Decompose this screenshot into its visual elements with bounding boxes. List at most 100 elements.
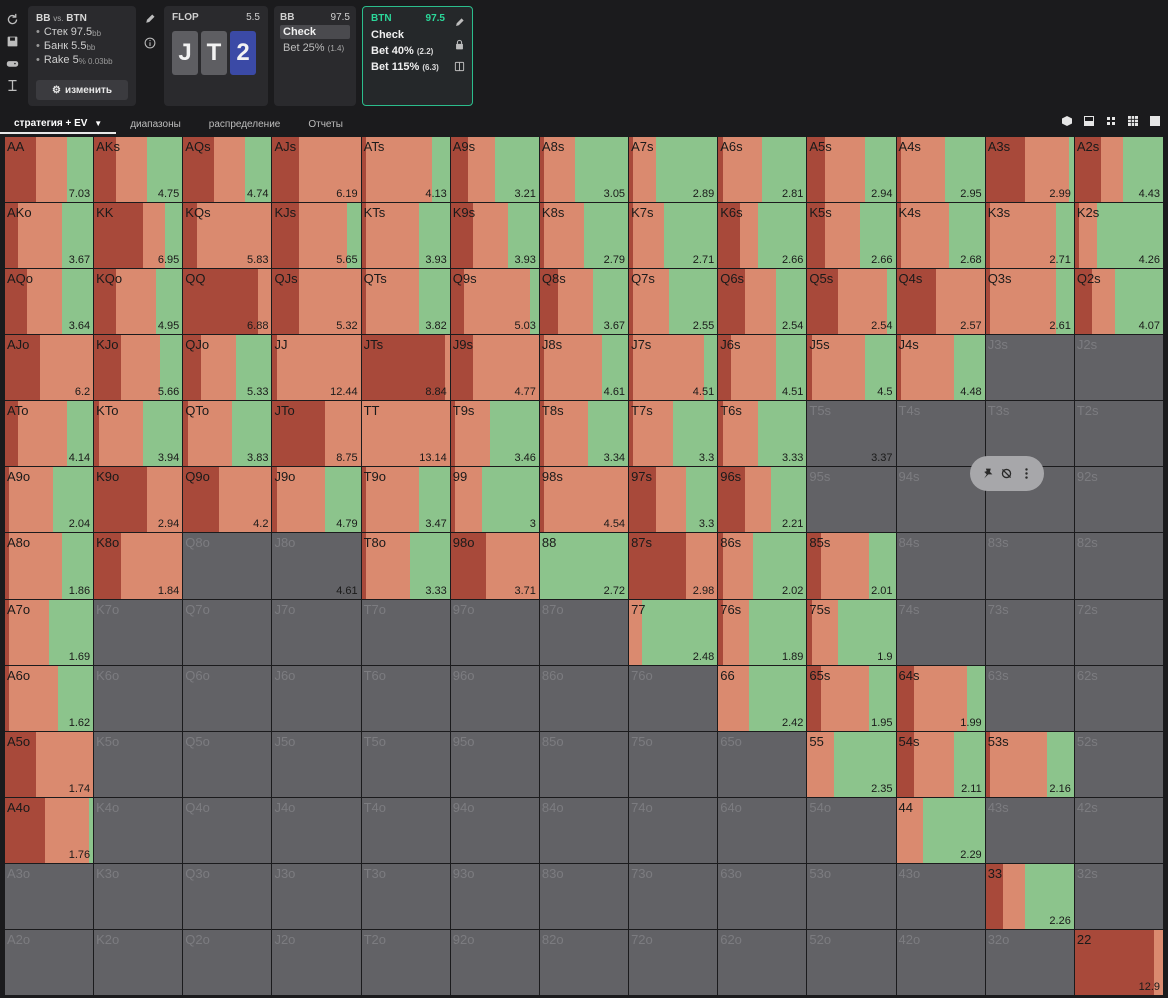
hand-cell[interactable]: QQ 6.88: [183, 269, 272, 335]
hand-cell[interactable]: 52s: [1074, 731, 1163, 797]
bb-action-check[interactable]: Check: [280, 25, 350, 39]
hand-cell[interactable]: J5o: [272, 731, 361, 797]
hand-cell[interactable]: 43o: [896, 863, 985, 929]
hand-cell[interactable]: 42s: [1074, 797, 1163, 863]
hand-cell[interactable]: K8o 1.84: [94, 533, 183, 599]
flop-card[interactable]: FLOP 5.5 J T 2: [164, 6, 268, 106]
hand-cell[interactable]: 53o: [807, 863, 896, 929]
hand-cell[interactable]: J3s: [985, 335, 1074, 401]
hand-cell[interactable]: K4s 2.68: [896, 203, 985, 269]
hand-cell[interactable]: KQo 4.95: [94, 269, 183, 335]
hand-cell[interactable]: A3s 2.99: [985, 137, 1074, 203]
hand-cell[interactable]: A3o: [5, 863, 94, 929]
save-icon[interactable]: [5, 34, 19, 48]
hand-cell[interactable]: Q4o: [183, 797, 272, 863]
hand-cell[interactable]: 82o: [539, 929, 629, 995]
hand-cell[interactable]: AJs 6.19: [272, 137, 361, 203]
hand-cell[interactable]: 32s: [1074, 863, 1163, 929]
refresh-icon[interactable]: [5, 12, 19, 26]
tab-ranges[interactable]: диапазоны: [116, 116, 195, 133]
hand-cell[interactable]: 22 12.9: [1074, 929, 1163, 995]
hand-cell[interactable]: J9s 4.77: [450, 335, 539, 401]
hand-cell[interactable]: 76o: [629, 665, 718, 731]
hand-cell[interactable]: Q3s 2.61: [985, 269, 1074, 335]
hand-cell[interactable]: 95o: [450, 731, 539, 797]
hand-cell[interactable]: 82s: [1074, 533, 1163, 599]
hand-cell[interactable]: J2s: [1074, 335, 1163, 401]
hand-cell[interactable]: J4s 4.48: [896, 335, 985, 401]
hand-cell[interactable]: 73o: [629, 863, 718, 929]
hand-cell[interactable]: 44 2.29: [896, 797, 985, 863]
hand-cell[interactable]: A5o 1.74: [5, 731, 94, 797]
tab-reports[interactable]: Отчеты: [294, 116, 357, 133]
hand-cell[interactable]: KTo 3.94: [94, 401, 183, 467]
hand-cell[interactable]: 83o: [539, 863, 629, 929]
hand-cell[interactable]: T7s 3.3: [629, 401, 718, 467]
pencil-icon[interactable]: [143, 12, 157, 26]
hand-cell[interactable]: 96s 2.21: [718, 467, 807, 533]
hand-cell[interactable]: 96o: [450, 665, 539, 731]
hide-icon[interactable]: [1000, 467, 1014, 481]
hand-cell[interactable]: 97o: [450, 599, 539, 665]
btn-action-check[interactable]: Check: [371, 28, 464, 42]
hand-cell[interactable]: J3o: [272, 863, 361, 929]
hand-cell[interactable]: K5s 2.66: [807, 203, 896, 269]
hand-cell[interactable]: ATo 4.14: [5, 401, 94, 467]
bb-action-bet[interactable]: Bet 25% (1.4): [280, 41, 350, 55]
tab-strategy-ev[interactable]: стратегия + EV ▼: [0, 115, 117, 134]
hand-cell[interactable]: K7o: [94, 599, 183, 665]
hand-cell[interactable]: 77 2.48: [629, 599, 718, 665]
hand-cell[interactable]: T9s 3.46: [450, 401, 539, 467]
columns-icon[interactable]: [452, 59, 466, 73]
hand-cell[interactable]: T6s 3.33: [718, 401, 807, 467]
hand-cell[interactable]: Q2o: [183, 929, 272, 995]
hand-cell[interactable]: KQs 5.83: [183, 203, 272, 269]
hand-cell[interactable]: T8s 3.34: [539, 401, 629, 467]
gamepad-icon[interactable]: [5, 56, 19, 70]
square-icon[interactable]: [1150, 116, 1160, 126]
hand-cell[interactable]: AQo 3.64: [5, 269, 94, 335]
hand-cell[interactable]: 99 3: [450, 467, 539, 533]
hand-cell[interactable]: JJ 12.44: [272, 335, 361, 401]
hand-cell[interactable]: J2o: [272, 929, 361, 995]
hand-cell[interactable]: 62s: [1074, 665, 1163, 731]
hand-cell[interactable]: 52o: [807, 929, 896, 995]
hand-cell[interactable]: J6s 4.51: [718, 335, 807, 401]
hand-cell[interactable]: 54o: [807, 797, 896, 863]
hand-cell[interactable]: 85s 2.01: [807, 533, 896, 599]
hand-cell[interactable]: 63s: [985, 665, 1074, 731]
hand-cell[interactable]: 95s: [807, 467, 896, 533]
hand-cell[interactable]: T9o 3.47: [361, 467, 450, 533]
hand-cell[interactable]: Q5o: [183, 731, 272, 797]
hand-cell[interactable]: 74s: [896, 599, 985, 665]
hand-cell[interactable]: K3o: [94, 863, 183, 929]
btn-action-bet115[interactable]: Bet 115% (6.3): [371, 60, 464, 74]
hand-cell[interactable]: 92o: [450, 929, 539, 995]
hand-cell[interactable]: A8o 1.86: [5, 533, 94, 599]
btn-node-card[interactable]: BTN 97.5 Check Bet 40% (2.2) Bet 115% (6…: [362, 6, 473, 106]
hand-cell[interactable]: KK 6.95: [94, 203, 183, 269]
hand-cell[interactable]: 53s 2.16: [985, 731, 1074, 797]
hand-cell[interactable]: 63o: [718, 863, 807, 929]
btn-action-bet40[interactable]: Bet 40% (2.2): [371, 44, 464, 58]
hand-cell[interactable]: AJo 6.2: [5, 335, 94, 401]
hand-cell[interactable]: Q9o 4.2: [183, 467, 272, 533]
hand-cell[interactable]: Q2s 4.07: [1074, 269, 1163, 335]
info-icon[interactable]: [143, 36, 157, 50]
hand-cell[interactable]: QTo 3.83: [183, 401, 272, 467]
cube-icon[interactable]: [1062, 116, 1072, 126]
hand-cell[interactable]: 98o 3.71: [450, 533, 539, 599]
hand-cell[interactable]: 32o: [985, 929, 1074, 995]
hand-cell[interactable]: T5s 3.37: [807, 401, 896, 467]
edit-game-button[interactable]: ⚙ изменить: [36, 80, 128, 100]
hand-cell[interactable]: J4o: [272, 797, 361, 863]
hand-cell[interactable]: K2o: [94, 929, 183, 995]
hand-cell[interactable]: KJs 5.65: [272, 203, 361, 269]
more-vertical-icon[interactable]: [1019, 467, 1033, 481]
hand-cell[interactable]: J7s 4.51: [629, 335, 718, 401]
hand-cell[interactable]: 87o: [539, 599, 629, 665]
hand-cell[interactable]: 64s 1.99: [896, 665, 985, 731]
hand-cell[interactable]: JTs 8.84: [361, 335, 450, 401]
hand-cell[interactable]: J7o: [272, 599, 361, 665]
hand-cell[interactable]: A2s 4.43: [1074, 137, 1163, 203]
